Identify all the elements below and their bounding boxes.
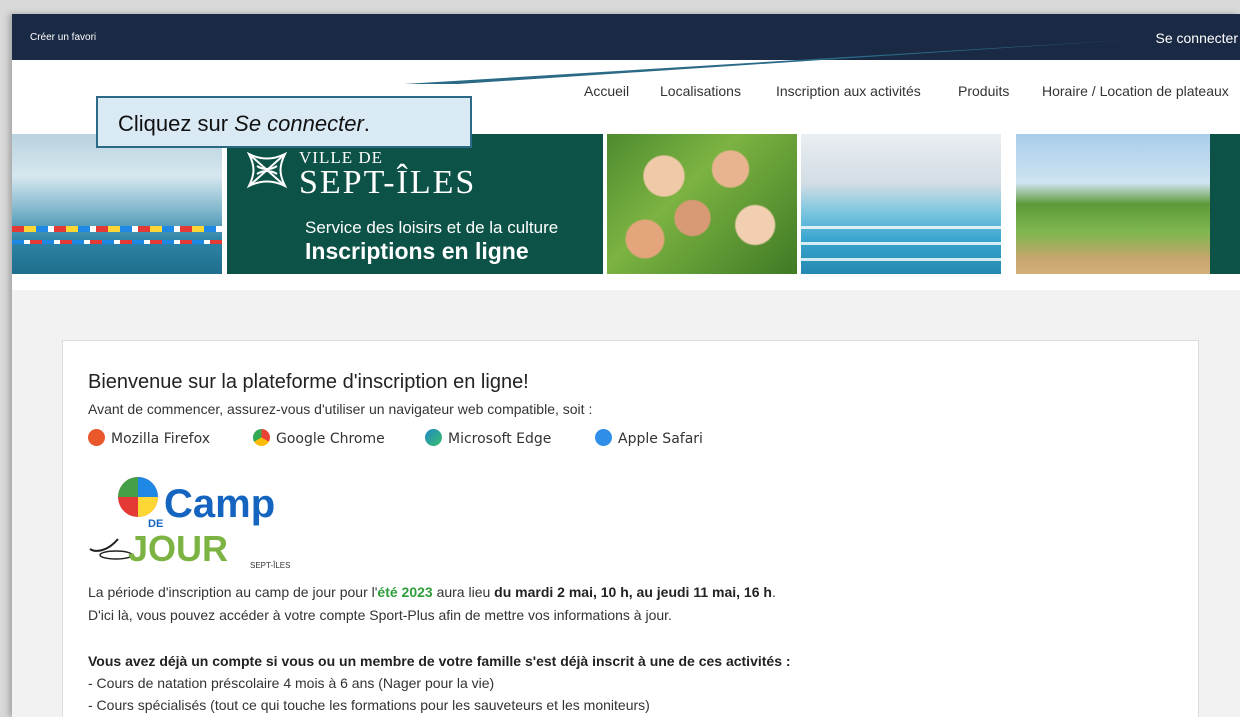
svg-text:SEPT-ÎLES: SEPT-ÎLES: [250, 561, 290, 569]
nav-item-produits[interactable]: Produits: [958, 83, 1009, 99]
pool-lane: [801, 242, 1001, 245]
top-bar: Créer un favori Se connecter: [12, 14, 1240, 60]
browser-safari: Apple Safari: [595, 429, 703, 447]
brand-city: SEPT-ÎLES: [299, 164, 477, 201]
browser-edge: Microsoft Edge: [425, 429, 551, 447]
browser-firefox: Mozilla Firefox: [88, 429, 210, 447]
sept-iles-logo-icon: [246, 151, 288, 189]
nav-item-horaire[interactable]: Horaire / Location de plateaux: [1042, 83, 1229, 99]
field-photo: [1016, 134, 1210, 274]
pool-lane: [801, 258, 1001, 261]
lane-rope: [12, 226, 222, 232]
chrome-icon: [253, 429, 270, 446]
nav-item-localisations[interactable]: Localisations: [660, 83, 741, 99]
welcome-heading: Bienvenue sur la plateforme d'inscriptio…: [88, 371, 529, 393]
camp-period-text: La période d'inscription au camp de jour…: [88, 584, 776, 600]
svg-text:JOUR: JOUR: [128, 528, 228, 569]
kids-photo: [607, 134, 797, 274]
period-dates: du mardi 2 mai, 10 h, au jeudi 11 mai, 1…: [494, 584, 772, 600]
intro-text: Avant de commencer, assurez-vous d'utili…: [88, 401, 593, 417]
callout-text: Cliquez sur Se connecter.: [118, 111, 370, 136]
header-banner: VILLE DE SEPT-ÎLES Service des loisirs e…: [12, 132, 1240, 290]
existing-account-heading: Vous avez déjà un compte si vous ou un m…: [88, 653, 791, 669]
edge-icon: [425, 429, 442, 446]
safari-icon: [595, 429, 612, 446]
create-favorite-link[interactable]: Créer un favori: [30, 32, 96, 43]
list-item: - Cours de natation préscolaire 4 mois à…: [88, 675, 495, 691]
lane-rope: [12, 240, 222, 244]
svg-text:Camp: Camp: [164, 482, 275, 526]
brand-inscriptions: Inscriptions en ligne: [305, 238, 529, 264]
nav-item-inscription[interactable]: Inscription aux activités: [776, 83, 921, 99]
brand-panel: VILLE DE SEPT-ÎLES Service des loisirs e…: [227, 134, 603, 274]
camp-de-jour-logo: Camp DE JOUR SEPT-ÎLES: [89, 477, 290, 569]
pool-lane: [801, 226, 1001, 229]
account-text: D'ici là, vous pouvez accéder à votre co…: [88, 607, 672, 623]
list-item: - Cours spécialisés (tout ce qui touche …: [88, 697, 650, 713]
login-link[interactable]: Se connecter: [1156, 30, 1239, 46]
brand-edge: [1210, 134, 1240, 274]
pool-photo: [12, 134, 222, 274]
browser-chrome: Google Chrome: [253, 429, 385, 447]
season-highlight: été 2023: [377, 584, 433, 600]
browser-page: Créer un favori Se connecter Accueil Loc…: [12, 14, 1240, 717]
indoor-pool-photo: [801, 134, 1001, 274]
content-card: Bienvenue sur la plateforme d'inscriptio…: [62, 340, 1199, 717]
firefox-icon: [88, 429, 105, 446]
instruction-callout: Cliquez sur Se connecter.: [96, 96, 472, 148]
nav-item-accueil[interactable]: Accueil: [584, 83, 629, 99]
brand-service: Service des loisirs et de la culture: [305, 218, 559, 237]
